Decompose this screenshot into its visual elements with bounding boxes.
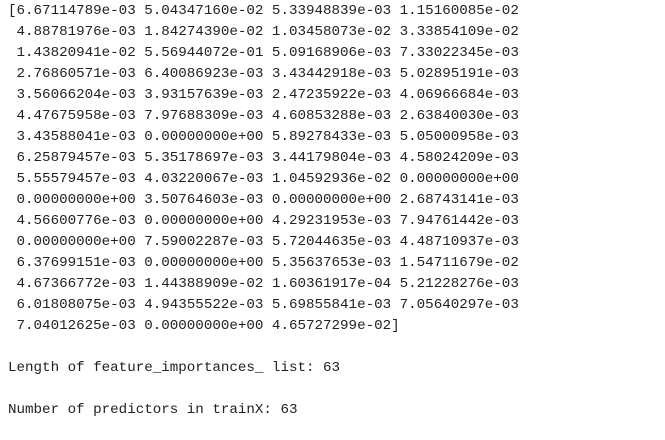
array-line: 5.55579457e-03 4.03220067e-03 1.04592936…	[8, 171, 519, 187]
array-line: 4.47675958e-03 7.97688309e-03 4.60853288…	[8, 108, 519, 124]
array-line: 2.76860571e-03 6.40086923e-03 3.43442918…	[8, 66, 519, 82]
array-line: 0.00000000e+00 7.59002287e-03 5.72044635…	[8, 234, 519, 250]
array-line: 3.43588041e-03 0.00000000e+00 5.89278433…	[8, 129, 519, 145]
array-line: 1.43820941e-02 5.56944072e-01 5.09168906…	[8, 45, 519, 61]
array-line: [6.67114789e-03 5.04347160e-02 5.3394883…	[8, 3, 519, 19]
array-line: 0.00000000e+00 3.50764603e-03 0.00000000…	[8, 192, 519, 208]
array-line: 6.25879457e-03 5.35178697e-03 3.44179804…	[8, 150, 519, 166]
predictors-count-line: Number of predictors in trainX: 63	[8, 402, 298, 418]
console-output: [6.67114789e-03 5.04347160e-02 5.3394883…	[0, 0, 665, 440]
array-line: 7.04012625e-03 0.00000000e+00 4.65727299…	[8, 318, 400, 334]
array-line: 4.56600776e-03 0.00000000e+00 4.29231953…	[8, 213, 519, 229]
feature-importances-length-line: Length of feature_importances_ list: 63	[8, 360, 341, 376]
array-line: 4.88781976e-03 1.84274390e-02 1.03458073…	[8, 24, 519, 40]
array-line: 4.67366772e-03 1.44388909e-02 1.60361917…	[8, 276, 519, 292]
array-line: 6.37699151e-03 0.00000000e+00 5.35637653…	[8, 255, 519, 271]
array-line: 3.56066204e-03 3.93157639e-03 2.47235922…	[8, 87, 519, 103]
array-line: 6.01808075e-03 4.94355522e-03 5.69855841…	[8, 297, 519, 313]
